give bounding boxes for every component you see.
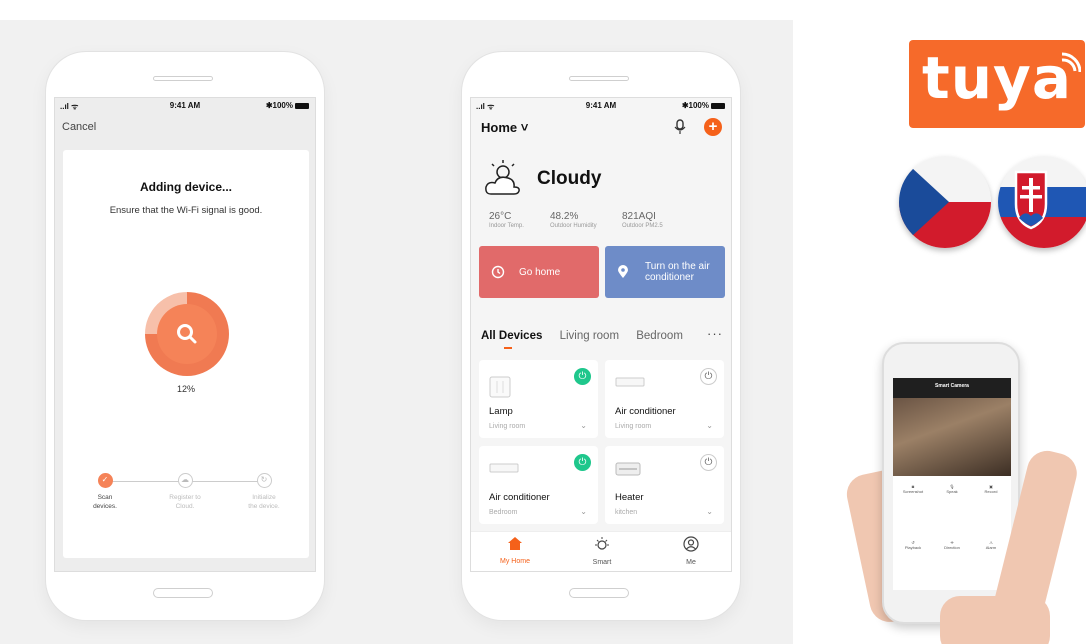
device-card-heater[interactable]: ⏻ Heater kitchen ⌄	[605, 446, 724, 524]
stat-outdoor-humidity: 48.2% Outdoor Humidity	[550, 211, 597, 229]
room-tabs: All Devices Living room Bedroom	[481, 330, 697, 342]
user-icon	[683, 536, 699, 552]
chevron-down-icon[interactable]: ⌄	[580, 421, 587, 430]
tuya-logo: tuya	[909, 40, 1085, 128]
speaker	[153, 76, 213, 81]
home-button	[569, 588, 629, 598]
page-title: Adding device...	[139, 180, 232, 194]
tab-living-room[interactable]: Living room	[560, 330, 619, 342]
weather-condition: Cloudy	[537, 168, 602, 189]
step-initialize: ↻ Initialize the device.	[248, 473, 280, 510]
lamp-device-icon	[489, 376, 511, 398]
device-room: Bedroom	[489, 509, 518, 516]
stat-indoor-temp: 26°C Indoor Temp.	[489, 211, 524, 229]
location-pin-icon	[618, 265, 628, 278]
battery-icon	[711, 102, 725, 109]
sun-icon	[595, 537, 609, 550]
search-icon	[177, 324, 197, 344]
chevron-down-icon[interactable]: ⌄	[706, 421, 713, 430]
chevron-down-icon[interactable]: ⌄	[580, 507, 587, 516]
scan-progress-ring	[145, 292, 229, 376]
tab-bedroom[interactable]: Bedroom	[636, 330, 683, 342]
air-conditioner-device-icon	[615, 377, 645, 387]
power-toggle[interactable]: ⏻	[700, 368, 717, 385]
direction-button[interactable]: ✛ Direction	[932, 540, 972, 550]
hand-palm	[940, 596, 1050, 644]
step-scan: ✓ Scan devices.	[93, 473, 117, 510]
device-name: Heater	[615, 492, 644, 503]
tab-all-devices[interactable]: All Devices	[481, 330, 542, 342]
device-card-ac-living[interactable]: ⏻ Air conditioner Living room ⌄	[605, 360, 724, 438]
battery-icon	[295, 102, 309, 109]
phone-screen: ..ıl ᯤ 9:41 AM ✱100% Cancel Adding devic…	[54, 97, 316, 572]
add-device-button[interactable]: +	[704, 118, 722, 136]
subtitle: Ensure that the Wi-Fi signal is good.	[109, 205, 263, 216]
phone-adding-device: ..ıl ᯤ 9:41 AM ✱100% Cancel Adding devic…	[46, 52, 324, 620]
cloudy-icon	[485, 160, 520, 195]
active-tab-indicator	[504, 347, 512, 349]
check-icon: ✓	[97, 473, 113, 488]
power-toggle[interactable]: ⏻	[700, 454, 717, 471]
progress-percent: 12%	[176, 384, 195, 394]
device-room: kitchen	[615, 509, 638, 516]
device-card-lamp[interactable]: ⏻ Lamp Living room ⌄	[479, 360, 598, 438]
slovak-flag	[998, 156, 1086, 248]
scene-partial[interactable]	[731, 246, 732, 298]
device-name: Air conditioner	[489, 492, 550, 503]
speaker	[569, 76, 629, 81]
timer-icon	[491, 265, 505, 279]
phone-home-dashboard: ..ıl ᯤ 9:41 AM ✱100% Home ˅ + Cloudy 26°…	[462, 52, 740, 620]
tab-smart[interactable]: Smart	[562, 536, 642, 566]
speak-button[interactable]: 🎙 Speak	[932, 484, 972, 494]
camera-video-feed	[893, 398, 1011, 476]
cancel-button[interactable]: Cancel	[62, 121, 96, 133]
device-room: Living room	[615, 423, 652, 430]
scene-go-home[interactable]: Go home	[479, 246, 599, 298]
chevron-down-icon[interactable]: ⌄	[706, 507, 713, 516]
scene-turn-on-ac[interactable]: Turn on the air conditioner	[605, 246, 725, 298]
battery-indicator: ✱100%	[682, 101, 725, 110]
more-icon[interactable]: ···	[707, 326, 723, 341]
step-register: ☁ Register to Cloud.	[169, 473, 201, 510]
device-room: Living room	[489, 423, 526, 430]
cloud-icon: ☁	[177, 473, 193, 488]
adding-device-card: Adding device... Ensure that the Wi-Fi s…	[63, 150, 309, 558]
refresh-icon: ↻	[256, 473, 272, 488]
home-selector[interactable]: Home ˅	[481, 120, 528, 135]
air-conditioner-device-icon	[489, 463, 519, 473]
playback-button[interactable]: ↺ Playback	[893, 540, 933, 550]
bottom-tab-bar: My Home Smart Me	[471, 531, 731, 571]
battery-indicator: ✱100%	[266, 101, 309, 110]
tab-me[interactable]: Me	[651, 536, 731, 566]
status-bar: ..ıl ᯤ 9:41 AM ✱100%	[55, 98, 315, 112]
heater-device-icon	[615, 462, 641, 476]
czech-flag	[899, 156, 991, 248]
device-card-ac-bedroom[interactable]: ⏻ Air conditioner Bedroom ⌄	[479, 446, 598, 524]
power-toggle[interactable]: ⏻	[574, 368, 591, 385]
power-toggle[interactable]: ⏻	[574, 454, 591, 471]
phone-screen: ..ıl ᯤ 9:41 AM ✱100% Home ˅ + Cloudy 26°…	[470, 97, 732, 572]
home-icon	[508, 537, 522, 550]
microphone-icon[interactable]	[674, 119, 686, 135]
wifi-icon	[1061, 52, 1081, 73]
camera-app-title: Smart Camera	[893, 378, 1011, 398]
alarm-button[interactable]: ⚠ Alarm	[971, 540, 1011, 550]
stat-outdoor-pm25: 821AQI Outdoor PM2.5	[622, 211, 663, 229]
camera-app-screen: Smart Camera ◙ Screenshot 🎙 Speak ▣ Record …	[893, 378, 1011, 590]
device-name: Lamp	[489, 406, 513, 417]
device-name: Air conditioner	[615, 406, 676, 417]
record-button[interactable]: ▣ Record	[971, 484, 1011, 494]
screenshot-button[interactable]: ◙ Screenshot	[893, 484, 933, 494]
tab-my-home[interactable]: My Home	[475, 536, 555, 565]
status-bar: ..ıl ᯤ 9:41 AM ✱100%	[471, 98, 731, 112]
home-button	[153, 588, 213, 598]
